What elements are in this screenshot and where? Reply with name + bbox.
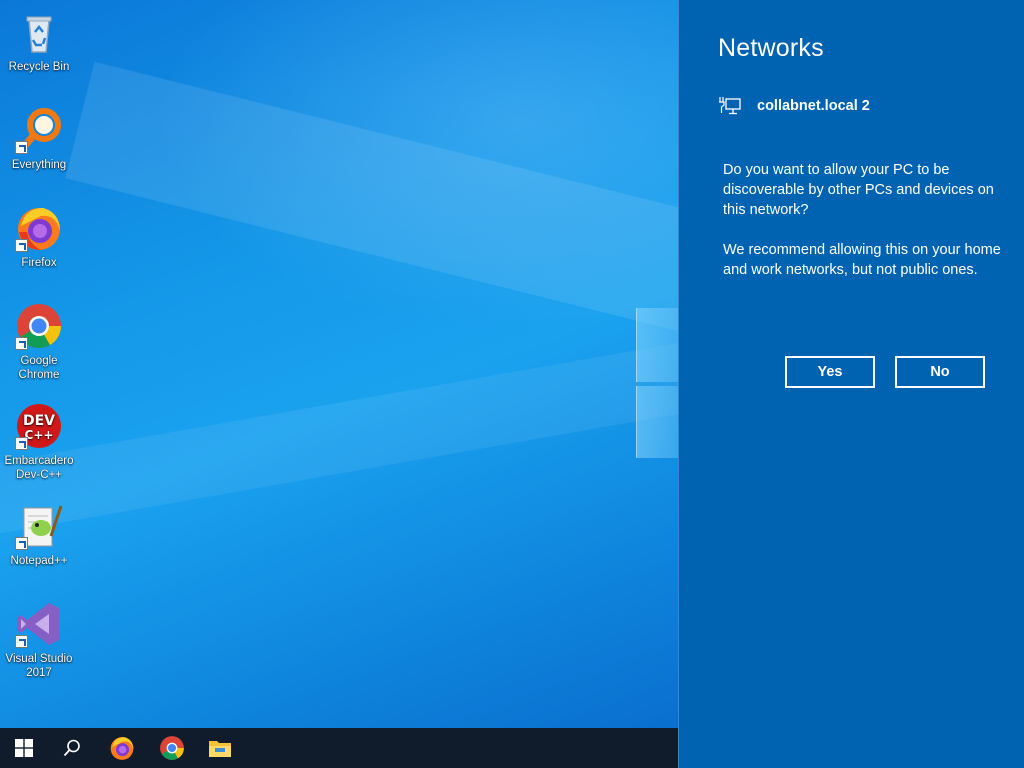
recommendation-text: We recommend allowing this on your home … bbox=[723, 242, 1001, 278]
desktop-icon-label: Notepad++ bbox=[10, 555, 68, 567]
desktop-icon-label: Firefox bbox=[21, 257, 57, 269]
chrome-icon bbox=[160, 736, 184, 760]
network-name: collabnet.local 2 bbox=[757, 98, 870, 114]
desktop-icon-devcpp[interactable]: DEV C++ Embarcadero Dev-C++ bbox=[2, 402, 76, 482]
shortcut-arrow-icon bbox=[15, 337, 28, 350]
network-flyout: Networks collabnet.local 2 Do you want t… bbox=[678, 0, 1024, 768]
start-button[interactable] bbox=[0, 728, 48, 768]
desktop-icon-label: Google Chrome bbox=[18, 355, 60, 381]
chrome-icon bbox=[15, 302, 63, 350]
taskbar-firefox-button[interactable] bbox=[98, 728, 146, 768]
desktop-icon-everything[interactable]: Everything bbox=[2, 106, 76, 172]
wallpaper-light-beam bbox=[0, 338, 678, 540]
desktop-icon-google-chrome[interactable]: Google Chrome bbox=[2, 302, 76, 382]
yes-button[interactable]: Yes bbox=[785, 356, 875, 388]
shortcut-arrow-icon bbox=[15, 635, 28, 648]
desktop-icon-recycle-bin[interactable]: Recycle Bin bbox=[2, 8, 76, 74]
file-explorer-icon bbox=[209, 741, 231, 757]
visual-studio-icon bbox=[15, 600, 63, 648]
shortcut-arrow-icon bbox=[15, 239, 28, 252]
wallpaper-light-beam bbox=[65, 61, 678, 348]
network-item[interactable]: collabnet.local 2 bbox=[719, 94, 870, 118]
panel-title: Networks bbox=[718, 34, 824, 62]
desktop-icon-notepadpp[interactable]: Notepad++ bbox=[2, 502, 76, 568]
desktop-icon-label: Embarcadero Dev-C++ bbox=[4, 455, 74, 481]
devcpp-icon: DEV C++ bbox=[15, 402, 63, 450]
notepadpp-icon bbox=[15, 502, 63, 550]
search-button[interactable] bbox=[48, 728, 96, 768]
no-button[interactable]: No bbox=[895, 356, 985, 388]
firefox-icon bbox=[15, 204, 63, 252]
taskbar bbox=[0, 728, 678, 768]
shortcut-arrow-icon bbox=[15, 141, 28, 154]
desktop-icon-label: Recycle Bin bbox=[8, 61, 70, 73]
ethernet-monitor-icon bbox=[719, 97, 741, 115]
shortcut-arrow-icon bbox=[15, 537, 28, 550]
everything-search-icon bbox=[15, 106, 63, 154]
svg-text:C++: C++ bbox=[25, 428, 54, 442]
firefox-icon bbox=[110, 737, 134, 760]
desktop-icon-visual-studio[interactable]: Visual Studio 2017 bbox=[2, 600, 76, 680]
recycle-bin-icon bbox=[15, 8, 63, 56]
taskbar-chrome-button[interactable] bbox=[148, 728, 196, 768]
desktop[interactable]: Recycle Bin Everything Firefox Google Ch… bbox=[0, 0, 678, 728]
desktop-icon-firefox[interactable]: Firefox bbox=[2, 204, 76, 270]
desktop-icon-label: Visual Studio 2017 bbox=[5, 653, 73, 679]
windows-start-icon bbox=[15, 739, 33, 757]
wallpaper-windows-logo bbox=[636, 308, 678, 458]
shortcut-arrow-icon bbox=[15, 437, 28, 450]
screen: Recycle Bin Everything Firefox Google Ch… bbox=[0, 0, 1024, 768]
search-icon bbox=[63, 739, 80, 757]
desktop-icon-label: Everything bbox=[11, 159, 67, 171]
discoverable-question: Do you want to allow your PC to be disco… bbox=[723, 162, 994, 218]
taskbar-file-explorer-button[interactable] bbox=[196, 728, 244, 768]
svg-text:DEV: DEV bbox=[23, 413, 55, 429]
